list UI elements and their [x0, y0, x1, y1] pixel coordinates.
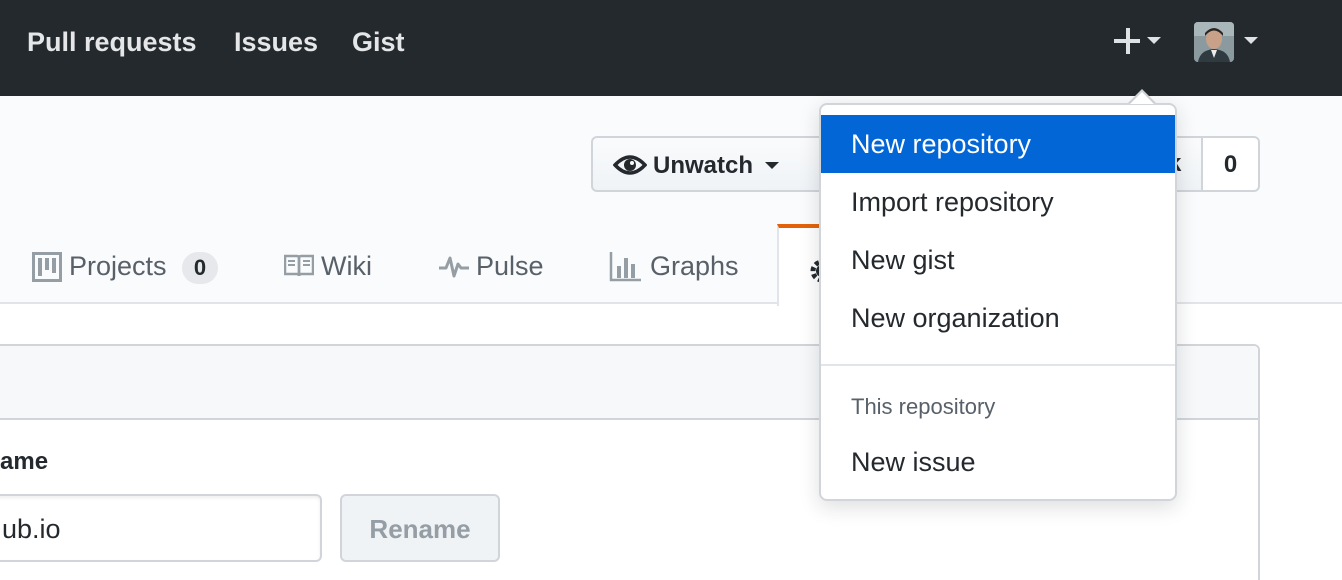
book-icon — [284, 254, 314, 277]
menu-item-new-repository[interactable]: New repository — [821, 115, 1175, 173]
user-menu-caret-icon[interactable] — [1244, 37, 1258, 44]
chevron-down-icon — [765, 162, 779, 169]
unwatch-button[interactable]: Unwatch — [591, 136, 801, 192]
tab-projects-label: Projects — [69, 251, 167, 281]
social-count-value: 0 — [1223, 151, 1238, 178]
menu-section-header: This repository — [851, 394, 996, 419]
nav-gist[interactable]: Gist — [352, 26, 405, 58]
dropdown-pointer-fill — [1130, 92, 1154, 104]
menu-item-new-gist[interactable]: New gist — [821, 231, 1175, 289]
nav-issues[interactable]: Issues — [234, 26, 318, 58]
projects-counter: 0 — [182, 252, 218, 284]
nav-pull-requests[interactable]: Pull requests — [27, 26, 197, 58]
menu-item-import-repository[interactable]: Import repository — [821, 173, 1175, 231]
pulse-icon — [439, 256, 469, 278]
tab-graphs-label: Graphs — [650, 251, 739, 281]
repository-name-label: ame — [0, 448, 49, 475]
social-count[interactable]: 0 — [1201, 136, 1260, 192]
project-icon — [32, 252, 62, 282]
avatar[interactable] — [1194, 22, 1234, 62]
tab-pulse[interactable]: Pulse — [439, 248, 554, 288]
tab-wiki[interactable]: Wiki — [284, 248, 384, 288]
repository-name-input[interactable]: ub.io — [0, 494, 322, 562]
tab-projects[interactable]: Projects 0 — [32, 248, 222, 288]
tab-wiki-label: Wiki — [321, 251, 372, 281]
create-menu-caret-icon[interactable] — [1147, 37, 1161, 44]
rename-button[interactable]: Rename — [340, 494, 500, 562]
tab-pulse-label: Pulse — [476, 251, 544, 281]
plus-icon[interactable] — [1114, 28, 1142, 56]
graph-icon — [609, 252, 641, 282]
menu-item-new-issue[interactable]: New issue — [821, 433, 1175, 491]
global-header: Pull requests Issues Gist — [0, 0, 1342, 96]
tab-graphs[interactable]: Graphs — [609, 248, 749, 288]
menu-divider — [821, 364, 1175, 366]
repository-name-value: ub.io — [2, 514, 61, 544]
menu-item-new-organization[interactable]: New organization — [821, 289, 1175, 347]
unwatch-label: Unwatch — [653, 152, 754, 179]
eye-icon — [613, 155, 647, 175]
avatar-image — [1194, 22, 1234, 62]
rename-button-label: Rename — [369, 514, 471, 544]
create-dropdown-menu: New repository Import repository New gis… — [819, 103, 1177, 501]
